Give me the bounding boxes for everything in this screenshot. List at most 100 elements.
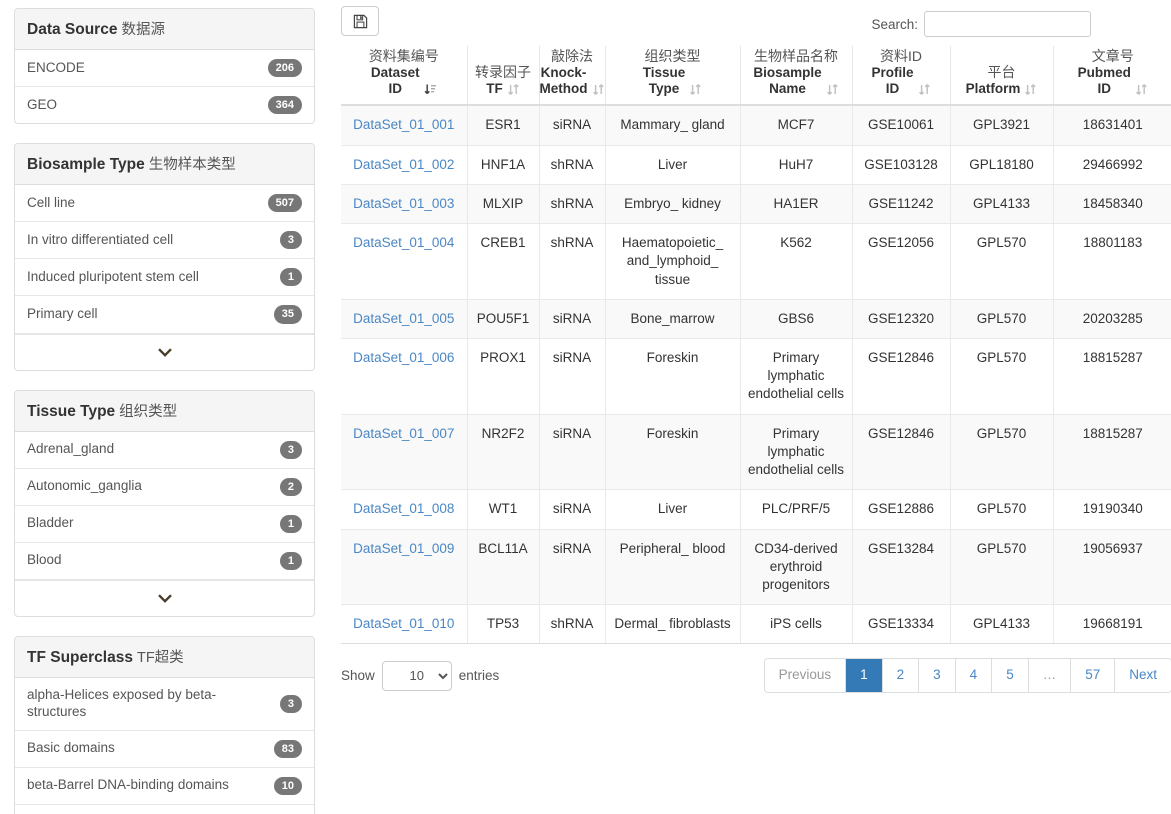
cell-pubmed-id: 19190340 xyxy=(1053,489,1171,530)
cell-knock-method: siRNA xyxy=(539,105,606,146)
facet-item-count: 364 xyxy=(267,96,302,115)
column-header-zh: 组织类型 xyxy=(644,48,701,64)
facet-item[interactable]: Adrenal_gland 3 xyxy=(15,432,314,469)
search-control: Search: xyxy=(871,11,1091,37)
table-header-row: 资料集编号 Dataset ID 转录因子 TF 敲除法 Knock- Method 组织类型 T… xyxy=(341,46,1171,107)
facet-panel: Biosample Type 生物样本类型 Cell line 507 In vitro… xyxy=(14,143,315,371)
pagination-button[interactable]: 57 xyxy=(1071,659,1116,692)
dataset-id-link[interactable]: DataSet_01_003 xyxy=(353,196,454,211)
column-header[interactable]: 转录因子 TF xyxy=(467,46,540,107)
dataset-id-link[interactable]: DataSet_01_007 xyxy=(353,426,454,441)
facet-expand-button[interactable] xyxy=(15,579,314,616)
facet-item[interactable]: Bladder 1 xyxy=(15,506,314,543)
pagination-button[interactable]: 4 xyxy=(955,659,993,692)
table-row: DataSet_01_006 PROX1 siRNA Foreskin Primary … xyxy=(341,338,1171,415)
facet-item-label: Basic domains xyxy=(27,740,115,756)
facet-item[interactable]: Primary cell 35 xyxy=(15,296,314,334)
facet-expand-button[interactable] xyxy=(15,333,314,370)
column-header-en: Dataset ID xyxy=(371,65,420,97)
facet-item[interactable]: Cell line 507 xyxy=(15,185,314,223)
dataset-id-link[interactable]: DataSet_01_004 xyxy=(353,235,454,250)
cell-tf: TP53 xyxy=(467,604,540,645)
cell-knock-method: shRNA xyxy=(539,184,606,225)
sort-descending-icon xyxy=(424,84,436,95)
cell-biosample-name: GBS6 xyxy=(740,299,853,340)
column-header-zh: 资料集编号 xyxy=(368,48,439,64)
cell-profile-id: GSE10061 xyxy=(852,105,951,146)
dataset-id-link[interactable]: DataSet_01_006 xyxy=(353,350,454,365)
column-header[interactable]: 平台 Platform xyxy=(950,46,1054,107)
cell-knock-method: shRNA xyxy=(539,145,606,185)
chevron-down-icon xyxy=(157,347,172,357)
pagination-button: … xyxy=(1028,659,1072,692)
pagination-button[interactable]: 1 xyxy=(846,659,883,692)
column-header-en-line1: Knock- xyxy=(540,65,587,81)
facet-item[interactable]: Autonomic_ganglia 2 xyxy=(15,469,314,506)
facet-item-count: 507 xyxy=(267,194,302,213)
dataset-id-link[interactable]: DataSet_01_002 xyxy=(353,157,454,172)
cell-knock-method: siRNA xyxy=(539,414,606,491)
column-header[interactable]: 生物样品名称 Biosample Name xyxy=(740,46,853,107)
sort-both-icon xyxy=(592,84,604,96)
column-header[interactable]: 资料集编号 Dataset ID xyxy=(341,46,468,107)
cell-profile-id: GSE12846 xyxy=(852,338,951,415)
facet-item[interactable]: beta-Barrel DNA-binding domains 10 xyxy=(15,768,314,805)
pagination-button[interactable]: 2 xyxy=(882,659,920,692)
column-header[interactable]: 资料ID Profile ID xyxy=(852,46,951,107)
cell-tissue-type: Peripheral_ blood xyxy=(605,529,741,606)
cell-knock-method: siRNA xyxy=(539,338,606,415)
cell-tissue-type: Mammary_ gland xyxy=(605,105,741,146)
cell-profile-id: GSE11242 xyxy=(852,184,951,225)
cell-tf: MLXIP xyxy=(467,184,540,225)
cell-platform: GPL3921 xyxy=(950,105,1054,146)
column-header[interactable]: 敲除法 Knock- Method xyxy=(539,46,606,107)
dataset-id-link[interactable]: DataSet_01_008 xyxy=(353,501,454,516)
column-header[interactable]: 组织类型 Tissue Type xyxy=(605,46,741,107)
dataset-id-link[interactable]: DataSet_01_005 xyxy=(353,311,454,326)
facet-item[interactable]: GEO 364 xyxy=(15,87,314,123)
facet-item[interactable]: Basic domains 83 xyxy=(15,731,314,768)
cell-knock-method: shRNA xyxy=(539,604,606,645)
pagination-button[interactable]: 3 xyxy=(919,659,956,692)
column-header-en-line2: Type xyxy=(648,81,680,97)
facet-item[interactable]: ENCODE 206 xyxy=(15,50,314,88)
cell-pubmed-id: 20203285 xyxy=(1053,299,1171,340)
cell-tissue-type: Bone_marrow xyxy=(605,299,741,340)
pagination-button[interactable]: 5 xyxy=(992,659,1029,692)
table-footer: Show 102550100 entries Previous12345…57N… xyxy=(341,658,1171,693)
column-header[interactable]: 文章号 Pubmed ID xyxy=(1053,46,1171,107)
dataset-id-link[interactable]: DataSet_01_001 xyxy=(353,117,454,132)
cell-biosample-name: HuH7 xyxy=(740,145,853,185)
facet-item[interactable]: Induced pluripotent stem cell 1 xyxy=(15,259,314,297)
dataset-id-link[interactable]: DataSet_01_010 xyxy=(353,616,454,631)
facet-item[interactable]: alpha-Helices exposed by beta-structures… xyxy=(15,678,314,731)
facet-item-count: 3 xyxy=(279,694,302,713)
facet-item-count: 1 xyxy=(279,514,302,533)
cell-profile-id: GSE13334 xyxy=(852,604,951,645)
facet-item-count: 10 xyxy=(273,776,302,795)
facet-panel-title: Biosample Type 生物样本类型 xyxy=(15,144,314,186)
cell-tissue-type: Liver xyxy=(605,489,741,530)
facet-panel-title: Tissue Type 组织类型 xyxy=(15,390,314,432)
cell-biosample-name: MCF7 xyxy=(740,105,853,146)
facet-item-label: ENCODE xyxy=(27,59,85,75)
cell-tissue-type: Foreskin xyxy=(605,414,741,491)
table-row: DataSet_01_009 BCL11A siRNA Peripheral_ blo… xyxy=(341,529,1171,606)
facet-item-count: 83 xyxy=(273,739,302,758)
page-size-select[interactable]: 102550100 xyxy=(381,660,452,691)
cell-pubmed-id: 18458340 xyxy=(1053,184,1171,225)
search-input[interactable] xyxy=(924,11,1091,37)
cell-profile-id: GSE12886 xyxy=(852,489,951,530)
facet-item[interactable]: beta-Hairpin exposed by an alpha/beta-sc… xyxy=(15,805,314,814)
cell-biosample-name: K562 xyxy=(740,223,853,300)
cell-tf: HNF1A xyxy=(467,145,540,185)
pagination-button: Previous xyxy=(764,659,847,692)
pagination-button[interactable]: Next xyxy=(1115,659,1171,692)
facet-title-en: Data Source xyxy=(27,21,118,38)
dataset-id-link[interactable]: DataSet_01_009 xyxy=(353,541,454,556)
facet-item-label: Bladder xyxy=(27,515,74,531)
save-export-button[interactable] xyxy=(341,6,379,36)
facet-item[interactable]: In vitro differentiated cell 3 xyxy=(15,222,314,260)
entries-label: entries xyxy=(458,668,500,683)
facet-item[interactable]: Blood 1 xyxy=(15,543,314,580)
